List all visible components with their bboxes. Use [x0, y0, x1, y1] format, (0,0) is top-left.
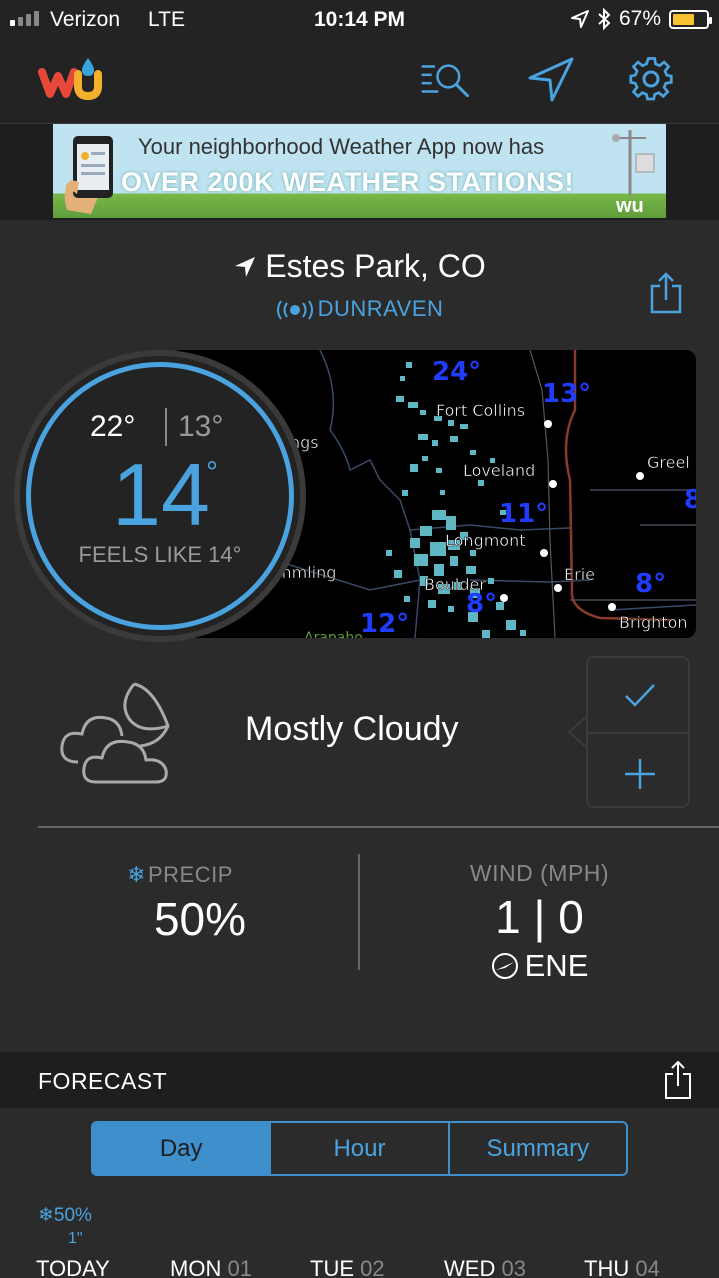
location-name: Estes Park, CO	[265, 248, 486, 285]
tab-day[interactable]: Day	[93, 1123, 272, 1174]
snowflake-icon: ❄	[127, 862, 146, 887]
ad-banner[interactable]: Your neighborhood Weather App now has OV…	[53, 124, 666, 218]
today-accumulation: 1"	[68, 1230, 83, 1247]
map-city-label: Brighton	[619, 613, 688, 632]
station-selector[interactable]: DUNRAVEN	[0, 296, 719, 322]
status-bar: Verizon LTE 10:14 PM 67%	[0, 0, 719, 40]
check-icon[interactable]	[624, 682, 656, 708]
map-city-label: Fort Collins	[436, 401, 525, 420]
divider	[38, 826, 719, 828]
tab-summary[interactable]: Summary	[450, 1123, 626, 1174]
today-precip: ❄50%	[38, 1205, 92, 1226]
map-temp-label: 24°	[432, 357, 481, 387]
forecast-day[interactable]: MON 01	[170, 1256, 252, 1278]
compass-icon	[491, 952, 518, 979]
map-city-label: Longmont	[445, 531, 526, 550]
forecast-day[interactable]: THU 04	[584, 1256, 660, 1278]
broadcast-icon	[276, 300, 313, 320]
forecast-header: FORECAST	[0, 1052, 719, 1108]
condition-text: Mostly Cloudy	[245, 710, 459, 748]
station-name: DUNRAVEN	[317, 296, 444, 321]
forecast-days: TODAY MON 01 TUE 02 WED 03 THU 04	[0, 1256, 719, 1278]
precip-value: 50%	[153, 893, 247, 945]
forecast-day[interactable]: WED 03	[444, 1256, 526, 1278]
settings-gear-icon[interactable]	[626, 56, 676, 102]
map-temp-label: 8°	[635, 569, 666, 599]
forecast-tabs: Day Hour Summary	[91, 1121, 628, 1176]
ad-logo-text: wu	[615, 195, 644, 216]
wu-logo[interactable]	[38, 54, 108, 104]
current-temp: 14	[112, 445, 210, 544]
ad-container: Your neighborhood Weather App now has OV…	[0, 124, 719, 220]
wind-label: WIND (MPH)	[469, 860, 610, 886]
forecast-day[interactable]: TUE 02	[310, 1256, 385, 1278]
location-services-icon	[570, 10, 589, 28]
navigation-arrow-icon[interactable]	[526, 56, 576, 102]
low-temp: 13°	[178, 410, 224, 443]
current-temp-degree: °	[206, 456, 218, 489]
forecast-share-icon[interactable]	[664, 1060, 692, 1100]
bluetooth-icon	[598, 8, 611, 30]
wind-value: 1 | 0	[495, 891, 584, 943]
share-icon[interactable]	[650, 272, 682, 314]
search-list-icon[interactable]	[420, 56, 470, 102]
battery-icon	[669, 9, 712, 29]
map-city-label: Erie	[564, 565, 595, 584]
ad-headline: Your neighborhood Weather App now has	[138, 134, 545, 159]
map-temp-label: 12°	[360, 609, 409, 638]
snowflake-icon: ❄	[38, 1205, 54, 1226]
high-temp: 22°	[90, 410, 136, 443]
phone-illustration-icon	[64, 136, 113, 214]
app-header	[0, 40, 719, 124]
partly-cloudy-night-icon	[60, 682, 170, 784]
forecast-day[interactable]: TODAY	[36, 1256, 110, 1278]
add-icon[interactable]	[624, 758, 656, 790]
map-temp-label: 11°	[499, 499, 548, 529]
temperature-dial[interactable]: 22° 13° 14 ° FEELS LIKE 14°	[14, 350, 306, 642]
map-city-label: Loveland	[463, 461, 535, 480]
wind-direction: ENE	[360, 948, 719, 984]
location-title[interactable]: Estes Park, CO	[0, 246, 719, 285]
map-area-label: Arapaho	[304, 630, 363, 638]
weather-station-icon: wu	[612, 130, 655, 216]
map-temp-label: 13°	[542, 379, 591, 409]
precip-label: ❄PRECIP	[127, 862, 233, 887]
feels-like: FEELS LIKE 14°	[78, 542, 242, 567]
tab-hour[interactable]: Hour	[271, 1123, 450, 1174]
ad-subheadline: OVER 200K WEATHER STATIONS!	[121, 167, 575, 197]
map-temp-label: 8	[684, 485, 696, 515]
map-city-label: Greel	[647, 453, 690, 472]
current-location-icon	[235, 256, 256, 277]
temp-separator	[165, 408, 167, 446]
battery-percent: 67%	[618, 7, 661, 30]
forecast-title: FORECAST	[38, 1068, 168, 1094]
map-temp-label: 8°	[466, 589, 497, 619]
condition-actions	[586, 656, 690, 808]
